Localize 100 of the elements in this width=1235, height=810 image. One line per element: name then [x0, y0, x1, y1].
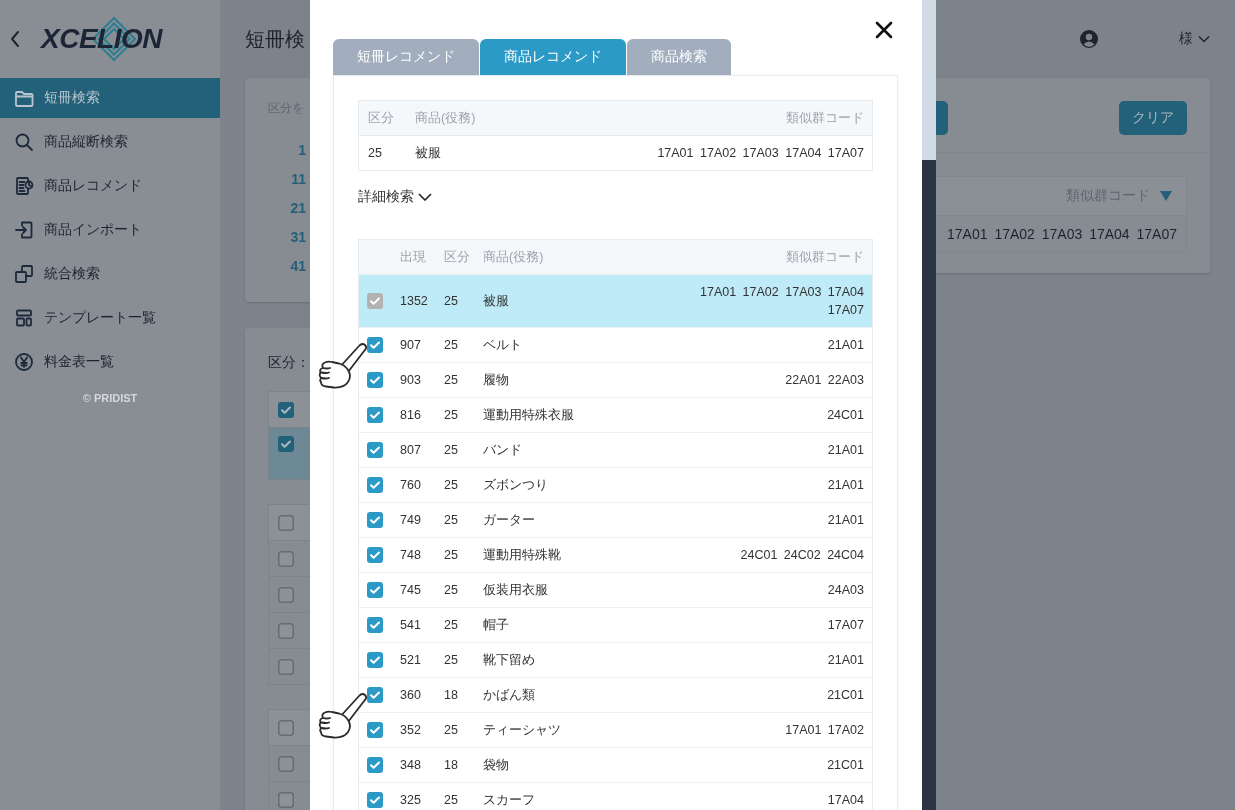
table-cell-text: 17A04 — [827, 792, 864, 809]
table-cell: 25 — [444, 513, 458, 527]
table-cell-text: 21A01 — [827, 512, 864, 529]
table-cell-text: 24A03 — [827, 582, 864, 599]
table-cell-text: 21A01 — [827, 442, 864, 459]
table-row[interactable]: 903 25 履物 22A01 22A03 — [359, 362, 872, 397]
tab[interactable]: 商品レコメンド — [480, 39, 626, 75]
table-cell: 325 — [400, 793, 421, 807]
table-cell: 749 — [400, 513, 421, 527]
copyright-text: © PRIDIST — [82, 392, 138, 404]
checkbox[interactable] — [367, 477, 383, 493]
folder-icon — [14, 88, 34, 108]
column-header: 類似群コード — [786, 109, 864, 127]
table-row[interactable]: 521 25 靴下留め 21A01 — [359, 642, 872, 677]
sidebar-item[interactable]: テンプレート一覧 — [0, 298, 220, 338]
table-cell: 748 — [400, 548, 421, 562]
sidebar-item[interactable]: 統合検索 — [0, 254, 220, 294]
checkbox[interactable] — [367, 547, 383, 563]
table-row[interactable]: 325 25 スカーフ 17A04 — [359, 782, 872, 810]
sidebar-item[interactable]: 商品縦断検索 — [0, 122, 220, 162]
table-cell: 760 — [400, 478, 421, 492]
checkbox[interactable] — [278, 658, 294, 675]
checkbox[interactable] — [278, 436, 294, 452]
table-cell: ベルト — [483, 336, 522, 354]
table-cell: 25 — [444, 793, 458, 807]
table-cell: 25 — [444, 583, 458, 597]
checkbox[interactable] — [278, 401, 294, 418]
column-header: 商品(役務) — [483, 248, 544, 266]
back-icon[interactable] — [9, 30, 21, 48]
table-cell-text: 17A07 — [827, 617, 864, 634]
checkbox[interactable] — [367, 582, 383, 598]
table-cell: 運動用特殊靴 — [483, 546, 561, 564]
checkbox[interactable] — [367, 757, 383, 773]
checkbox[interactable] — [367, 407, 383, 423]
table-cell: 靴下留め — [483, 651, 535, 669]
checkbox[interactable] — [367, 792, 383, 808]
table-cell-text: 17A01 17A02 17A03 17A04 17A07 — [699, 284, 864, 319]
sort-triangle-icon[interactable] — [1160, 191, 1172, 201]
table-row[interactable]: 745 25 仮装用衣服 24A03 — [359, 572, 872, 607]
checkbox[interactable] — [367, 372, 383, 388]
checkbox[interactable] — [367, 512, 383, 528]
table-cell: 816 — [400, 408, 421, 422]
checkbox[interactable] — [367, 652, 383, 668]
table-row[interactable]: 748 25 運動用特殊靴 24C01 24C02 24C04 — [359, 537, 872, 572]
table-row[interactable]: 807 25 バンド 21A01 — [359, 432, 872, 467]
checkbox[interactable] — [278, 755, 294, 772]
table-row[interactable]: 816 25 運動用特殊衣服 24C01 — [359, 397, 872, 432]
table-cell: 被服 — [483, 292, 509, 310]
user-avatar-icon[interactable] — [1080, 30, 1098, 48]
checkbox[interactable] — [278, 622, 294, 639]
scrollbar-thumb[interactable] — [922, 0, 936, 160]
checkbox[interactable] — [278, 550, 294, 567]
checkbox[interactable] — [278, 719, 294, 736]
checkbox[interactable] — [278, 514, 294, 531]
table-row[interactable]: 760 25 ズボンつり 21A01 — [359, 467, 872, 502]
sidebar-item[interactable]: 料金表一覧 — [0, 342, 220, 382]
table-row[interactable]: 352 25 ティーシャツ 17A01 17A02 — [359, 712, 872, 747]
table-cell: 帽子 — [483, 616, 509, 634]
table-cell: かばん類 — [483, 686, 535, 704]
user-name[interactable]: 様 — [1179, 30, 1193, 48]
checkbox[interactable] — [367, 722, 383, 738]
table-cell: バンド — [483, 441, 522, 459]
table-cell: 25 — [444, 478, 458, 492]
table-cell: 348 — [400, 758, 421, 772]
yen-icon — [14, 352, 34, 372]
table-row[interactable]: 348 18 袋物 21C01 — [359, 747, 872, 782]
close-button[interactable] — [875, 21, 893, 39]
table-row[interactable]: 541 25 帽子 17A07 — [359, 607, 872, 642]
table-cell: ガーター — [483, 511, 535, 529]
table-cell: 745 — [400, 583, 421, 597]
scrollbar-track[interactable] — [922, 0, 936, 810]
table-cell: 25 — [444, 653, 458, 667]
checkbox[interactable] — [367, 337, 383, 353]
column-header: 類似群コード — [786, 248, 864, 266]
clear-button[interactable]: クリア — [1119, 101, 1187, 135]
checkbox[interactable] — [278, 586, 294, 603]
table-cell: 被服 — [415, 144, 441, 162]
arrow-into-box-icon — [14, 220, 34, 240]
table-cell: 25 — [444, 443, 458, 457]
sidebar-item[interactable]: 商品レコメンド — [0, 166, 220, 206]
table-cell-text: 22A01 22A03 — [785, 372, 864, 389]
sidebar-item[interactable]: 短冊検索 — [0, 78, 220, 118]
checkbox[interactable] — [367, 687, 383, 703]
table-cell-text: 21C01 — [827, 757, 864, 774]
detail-search-toggle[interactable]: 詳細検索 — [358, 188, 432, 206]
table-cell: 360 — [400, 688, 421, 702]
table-cell: 仮装用衣服 — [483, 581, 548, 599]
table-row[interactable]: 749 25 ガーター 21A01 — [359, 502, 872, 537]
checkbox[interactable] — [278, 791, 294, 808]
sidebar-item[interactable]: 商品インポート — [0, 210, 220, 250]
table-cell-text: 21A01 — [827, 477, 864, 494]
document-icon — [14, 176, 34, 196]
table-cell: 25 — [368, 146, 382, 160]
table-cell-text: 24C01 24C02 24C04 — [740, 547, 864, 564]
column-header: 商品(役務) — [415, 109, 476, 127]
chevron-down-icon[interactable] — [1198, 35, 1210, 43]
table-cell: スカーフ — [483, 791, 535, 809]
checkbox[interactable] — [367, 617, 383, 633]
table-cell-text: 21A01 — [827, 652, 864, 669]
checkbox[interactable] — [367, 442, 383, 458]
